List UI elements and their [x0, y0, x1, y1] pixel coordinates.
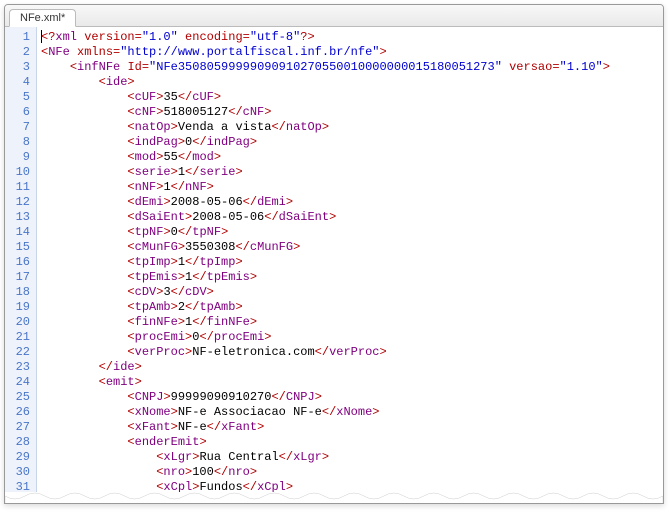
code-line[interactable]: <emit>	[41, 375, 659, 390]
line-number: 22	[9, 345, 30, 360]
file-tab-label: NFe.xml*	[20, 12, 65, 24]
code-line[interactable]: </ide>	[41, 360, 659, 375]
code-line[interactable]: <enderEmit>	[41, 435, 659, 450]
line-number: 27	[9, 420, 30, 435]
line-number: 29	[9, 450, 30, 465]
line-number: 2	[9, 45, 30, 60]
code-line[interactable]: <xLgr>Rua Central</xLgr>	[41, 450, 659, 465]
line-number: 6	[9, 105, 30, 120]
code-line[interactable]: <xNome>NF-e Associacao NF-e</xNome>	[41, 405, 659, 420]
code-line[interactable]: <procEmi>0</procEmi>	[41, 330, 659, 345]
code-line[interactable]: <nro>100</nro>	[41, 465, 659, 480]
line-number: 20	[9, 315, 30, 330]
line-number-gutter: 1234567891011121314151617181920212223242…	[5, 27, 37, 503]
line-number: 25	[9, 390, 30, 405]
line-number: 28	[9, 435, 30, 450]
line-number: 1	[9, 30, 30, 45]
line-number: 13	[9, 210, 30, 225]
line-number: 21	[9, 330, 30, 345]
code-line[interactable]: <tpAmb>2</tpAmb>	[41, 300, 659, 315]
line-number: 17	[9, 270, 30, 285]
torn-edge	[5, 492, 663, 503]
line-number: 16	[9, 255, 30, 270]
code-line[interactable]: <dEmi>2008-05-06</dEmi>	[41, 195, 659, 210]
line-number: 5	[9, 90, 30, 105]
code-line[interactable]: <nNF>1</nNF>	[41, 180, 659, 195]
line-number: 24	[9, 375, 30, 390]
code-line[interactable]: <serie>1</serie>	[41, 165, 659, 180]
code-line[interactable]: <CNPJ>99999090910270</CNPJ>	[41, 390, 659, 405]
code-area[interactable]: 1234567891011121314151617181920212223242…	[5, 27, 663, 503]
line-number: 23	[9, 360, 30, 375]
line-number: 9	[9, 150, 30, 165]
file-tab[interactable]: NFe.xml*	[9, 9, 76, 27]
code-line[interactable]: <natOp>Venda a vista</natOp>	[41, 120, 659, 135]
code-lines[interactable]: <?xml version="1.0" encoding="utf-8"?><N…	[37, 27, 663, 503]
code-line[interactable]: <indPag>0</indPag>	[41, 135, 659, 150]
code-line[interactable]: <xFant>NF-e</xFant>	[41, 420, 659, 435]
line-number: 4	[9, 75, 30, 90]
code-line[interactable]: <infNFe Id="NFe3508059999909091027055001…	[41, 60, 659, 75]
code-line[interactable]: <?xml version="1.0" encoding="utf-8"?>	[41, 30, 659, 45]
code-line[interactable]: <tpImp>1</tpImp>	[41, 255, 659, 270]
line-number: 12	[9, 195, 30, 210]
code-line[interactable]: <ide>	[41, 75, 659, 90]
code-line[interactable]: <tpEmis>1</tpEmis>	[41, 270, 659, 285]
editor-window: NFe.xml* 1234567891011121314151617181920…	[4, 4, 664, 504]
line-number: 30	[9, 465, 30, 480]
line-number: 18	[9, 285, 30, 300]
line-number: 15	[9, 240, 30, 255]
line-number: 26	[9, 405, 30, 420]
line-number: 8	[9, 135, 30, 150]
code-line[interactable]: <NFe xmlns="http://www.portalfiscal.inf.…	[41, 45, 659, 60]
line-number: 14	[9, 225, 30, 240]
line-number: 3	[9, 60, 30, 75]
code-line[interactable]: <finNFe>1</finNFe>	[41, 315, 659, 330]
code-line[interactable]: <cMunFG>3550308</cMunFG>	[41, 240, 659, 255]
line-number: 7	[9, 120, 30, 135]
code-line[interactable]: <cUF>35</cUF>	[41, 90, 659, 105]
code-line[interactable]: <dSaiEnt>2008-05-06</dSaiEnt>	[41, 210, 659, 225]
code-line[interactable]: <cDV>3</cDV>	[41, 285, 659, 300]
line-number: 11	[9, 180, 30, 195]
code-line[interactable]: <verProc>NF-eletronica.com</verProc>	[41, 345, 659, 360]
tab-bar: NFe.xml*	[5, 5, 663, 27]
line-number: 19	[9, 300, 30, 315]
code-line[interactable]: <mod>55</mod>	[41, 150, 659, 165]
code-line[interactable]: <tpNF>0</tpNF>	[41, 225, 659, 240]
code-line[interactable]: <cNF>518005127</cNF>	[41, 105, 659, 120]
line-number: 10	[9, 165, 30, 180]
